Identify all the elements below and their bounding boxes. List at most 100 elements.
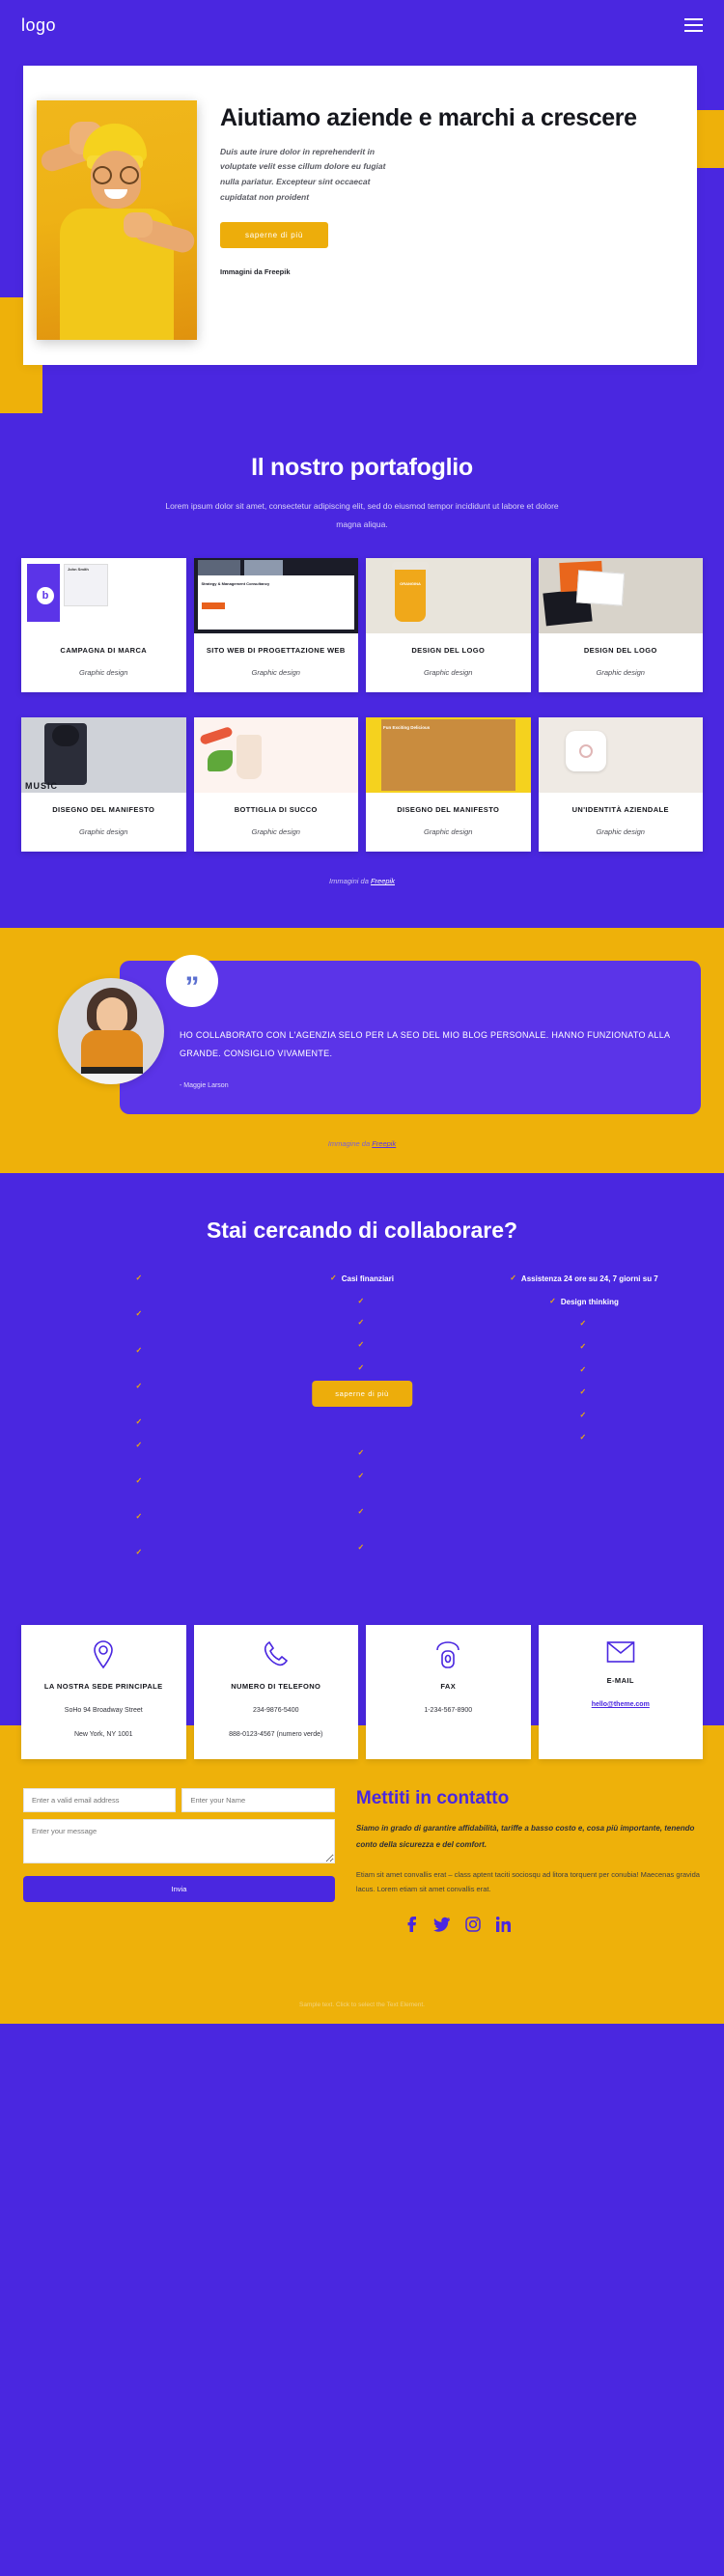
hamburger-menu-icon[interactable] (684, 18, 703, 32)
check-list-label: Design thinking (560, 1297, 619, 1306)
submit-button[interactable]: Invia (23, 1876, 335, 1902)
avatar (58, 978, 164, 1085)
phone-icon (264, 1641, 288, 1666)
portfolio-card[interactable]: DESIGN DEL LOGO Graphic design (538, 558, 703, 693)
check-icon: ✓ (135, 1345, 143, 1355)
portfolio-credit-link[interactable]: Freepik (371, 877, 395, 885)
check-list-item: ✓lu (136, 1345, 145, 1371)
portfolio-thumb (193, 717, 358, 794)
collaborate-column-3: ✓ Assistenza 24 ore su 24, 7 giorni su 7… (473, 1273, 695, 1573)
portfolio-card[interactable]: MUSIC DISEGNO DEL MANIFESTO Graphic desi… (21, 717, 186, 853)
contact-section: LA NOSTRA SEDE PRINCIPALE SoHo 94 Broadw… (0, 1602, 724, 1759)
check-icon: ✓ (357, 1340, 365, 1350)
collaborate-cta-button[interactable]: saperne di più (312, 1381, 412, 1408)
contact-email-link[interactable]: hello@theme.com (592, 1701, 650, 1708)
check-icon: ✓ (135, 1511, 143, 1521)
check-list-label: Assistenza 24 ore su 24, 7 giorni su 7 (520, 1274, 658, 1284)
email-field[interactable] (23, 1788, 177, 1812)
check-icon: ✓ (357, 1447, 365, 1457)
collaborate-title: Stai cercando di collaborare? (206, 1218, 518, 1244)
check-list-item: ✓it (358, 1542, 367, 1568)
portfolio-thumb: Fun Exciting Delicious (366, 717, 531, 794)
check-list-item: ✓N (580, 1318, 589, 1331)
twitter-icon[interactable] (432, 1917, 450, 1932)
portfolio-card-title: DESIGN DEL LOGO (411, 646, 486, 656)
facebook-icon[interactable] (404, 1917, 418, 1933)
contact-form: Invia (23, 1788, 335, 1932)
check-list-item: ✓p (580, 1432, 589, 1445)
check-icon: ✓ (135, 1416, 143, 1426)
portfolio-card-subtitle: Graphic design (79, 827, 128, 837)
portfolio-card-title: DISEGNO DEL MANIFESTO (397, 805, 500, 815)
footer-lead: Siamo in grado di garantire affidabilità… (355, 1824, 695, 1849)
thumb-label: Fun Exciting Delicious (383, 725, 431, 731)
portfolio-card-title: UN'IDENTITÀ AZIENDALE (571, 805, 669, 815)
check-list-item: ✓B (358, 1339, 367, 1353)
portfolio-card[interactable]: BOTTIGLIA DI SUCCO Graphic design (193, 717, 358, 853)
footer-body: Etiam sit amet convallis erat – class ap… (355, 1869, 700, 1894)
portfolio-card-title: SITO WEB DI PROGETTAZIONE WEB (206, 646, 346, 656)
linkedin-icon[interactable] (495, 1917, 511, 1933)
portfolio-card-subtitle: Graphic design (79, 668, 128, 678)
footer-note: Sample text. Click to select the Text El… (0, 1932, 724, 2025)
contact-card-line: 234-9876-5400 (253, 1707, 299, 1714)
name-field[interactable] (181, 1788, 335, 1812)
check-icon: ✓ (579, 1319, 587, 1329)
hero-cta-button[interactable]: saperne di più (220, 222, 329, 249)
portfolio-card[interactable]: Strategy & Management Consultancy SITO W… (193, 558, 358, 693)
testimonial-author: - Maggie Larson (180, 1082, 229, 1090)
envelope-icon (606, 1641, 635, 1664)
social-links (356, 1917, 701, 1933)
portfolio-thumb (538, 558, 703, 634)
hero-section: Aiutiamo aziende e marchi a crescere Dui… (0, 66, 724, 413)
portfolio-thumb: MUSIC (21, 717, 186, 794)
contact-card-phone[interactable]: NUMERO DI TELEFONO 234-9876-5400 888-012… (193, 1625, 358, 1759)
check-list-item: ✓it (136, 1511, 145, 1537)
thumb-label: Strategy & Management Consultancy (201, 581, 270, 587)
check-icon: ✓ (135, 1309, 143, 1319)
quote-mark-icon: ” (166, 955, 218, 1008)
check-icon: ✓ (357, 1470, 365, 1480)
contact-card-title: LA NOSTRA SEDE PRINCIPALE (43, 1682, 163, 1692)
portfolio-card-title: BOTTIGLIA DI SUCCO (234, 805, 318, 815)
portfolio-thumb (538, 717, 703, 794)
check-icon: ✓ (330, 1274, 337, 1283)
footer-text: Mettiti in contatto Siamo in grado di ga… (355, 1788, 701, 1933)
check-icon: ✓ (135, 1274, 143, 1283)
contact-card-fax[interactable]: FAX 1-234-567-8900 (366, 1625, 531, 1759)
thumb-label: ORANGINA (400, 581, 421, 587)
portfolio-card[interactable]: Fun Exciting Delicious DISEGNO DEL MANIF… (366, 717, 531, 853)
portfolio-card-subtitle: Graphic design (424, 827, 473, 837)
instagram-icon[interactable] (465, 1917, 481, 1932)
collaborate-column-2: ✓ Casi finanziari ✓✓g✓B✓nv✓izi✓ò✓in✓fd✓i… (251, 1273, 473, 1573)
contact-cards: LA NOSTRA SEDE PRINCIPALE SoHo 94 Broadw… (0, 1625, 724, 1759)
footer-title: Mettiti in contatto (355, 1788, 510, 1808)
check-icon: ✓ (579, 1410, 587, 1419)
check-list-label: Casi finanziari (341, 1274, 394, 1284)
hero-photo (37, 100, 197, 340)
check-icon: ✓ (135, 1548, 143, 1557)
contact-card-email[interactable]: E-MAIL hello@theme.com (538, 1625, 703, 1759)
contact-card-line: 888-0123-4567 (numero verde) (229, 1731, 323, 1738)
portfolio-thumb: b Book Cover John Smith (21, 558, 186, 634)
portfolio-credit: Immagini da Freepik (0, 852, 724, 918)
check-list-item: ✓zi (136, 1547, 145, 1573)
check-list-item: ✓ (358, 1296, 367, 1307)
check-list-item: ✓fd (358, 1506, 367, 1532)
check-list-item: ✓ Assistenza 24 ore su 24, 7 giorni su 7 (510, 1273, 658, 1286)
portfolio-card-subtitle: Graphic design (424, 668, 473, 678)
contact-card-office[interactable]: LA NOSTRA SEDE PRINCIPALE SoHo 94 Broadw… (21, 1625, 186, 1759)
message-field[interactable] (23, 1819, 335, 1863)
portfolio-card[interactable]: ORANGINA DESIGN DEL LOGO Graphic design (366, 558, 531, 693)
portfolio-card-subtitle: Graphic design (251, 668, 300, 678)
contact-card-line: New York, NY 1001 (73, 1731, 133, 1738)
check-list-item: ✓g (358, 1317, 367, 1330)
portfolio-card-subtitle: Graphic design (251, 827, 300, 837)
portfolio-card[interactable]: b Book Cover John Smith CAMPAGNA DI MARC… (21, 558, 186, 693)
check-list-item: ✓ò (358, 1447, 367, 1461)
logo[interactable]: logo (21, 15, 56, 36)
testimonial-credit-prefix: Immagine da (327, 1139, 373, 1149)
testimonial-credit-link[interactable]: Freepik (372, 1139, 396, 1148)
portfolio-card[interactable]: UN'IDENTITÀ AZIENDALE Graphic design (538, 717, 703, 853)
portfolio-section: Il nostro portafoglio Lorem ipsum dolor … (0, 413, 724, 928)
